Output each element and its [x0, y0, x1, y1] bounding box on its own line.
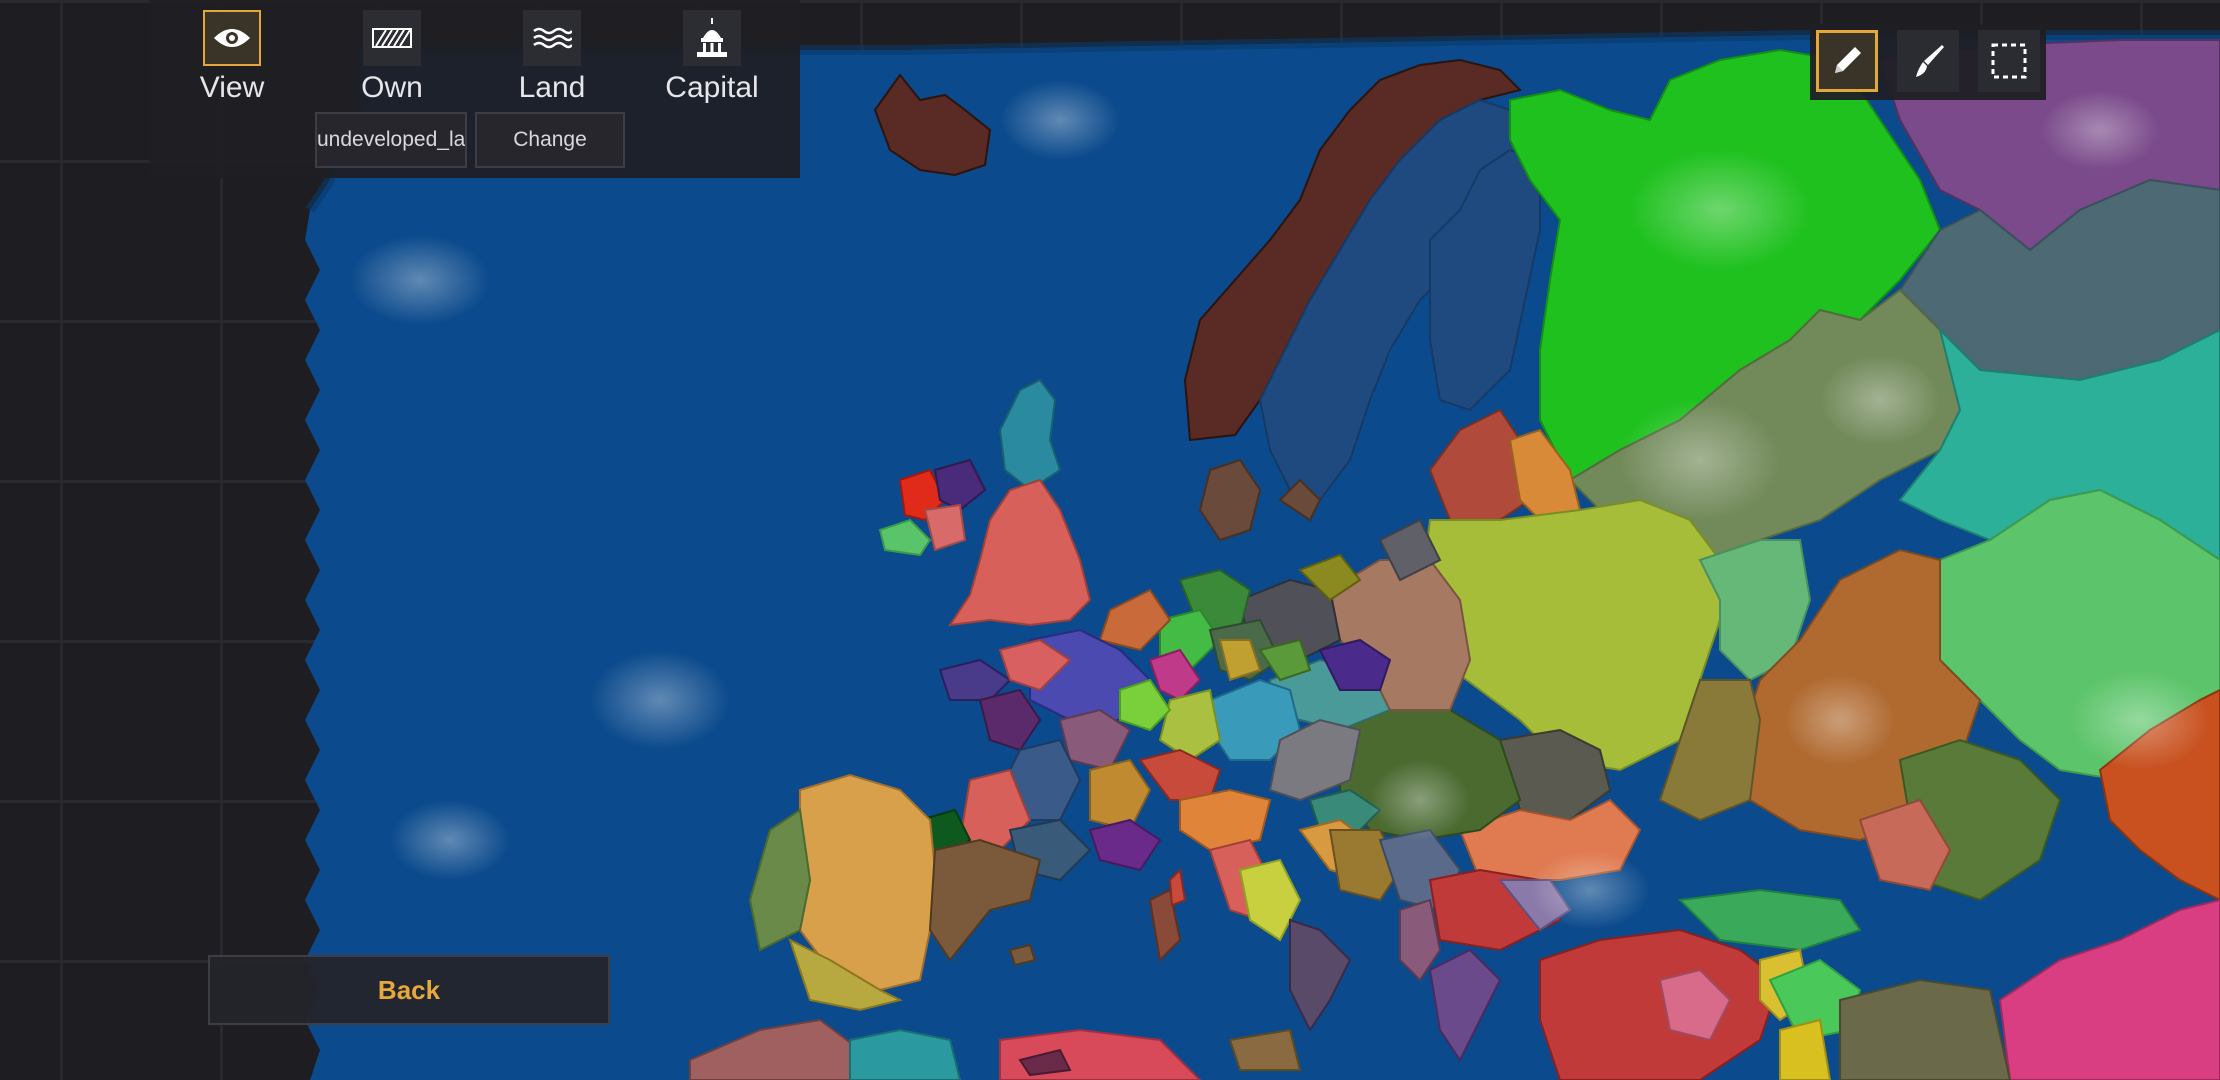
cloud-overlay: [1820, 355, 1940, 445]
draw-tools-panel: [1810, 24, 2046, 100]
cloud-overlay: [2040, 90, 2160, 170]
back-button[interactable]: Back: [208, 955, 610, 1025]
cloud-overlay: [1370, 760, 1470, 840]
pencil-tool-button[interactable]: [1816, 30, 1878, 92]
waves-land-icon: [523, 10, 581, 66]
own-mode-button[interactable]: Own: [332, 10, 452, 110]
land-type-value: undeveloped_land: [317, 128, 466, 151]
cloud-overlay: [1620, 400, 1780, 520]
change-button[interactable]: Change: [475, 112, 625, 168]
cloud-overlay: [590, 650, 730, 750]
view-mode-label: View: [199, 71, 265, 104]
land-mode-button[interactable]: Land: [492, 10, 612, 110]
eye-icon: [203, 10, 261, 66]
capital-mode-button[interactable]: Capital: [652, 10, 772, 110]
cloud-overlay: [390, 800, 510, 880]
capital-mode-label: Capital: [665, 71, 759, 104]
select-rect-tool-button[interactable]: [1978, 30, 2040, 92]
cloud-overlay: [1530, 850, 1650, 930]
region-levant-yellow[interactable]: [1779, 1018, 1832, 1080]
cloud-overlay: [1630, 150, 1810, 270]
cloud-overlay: [2070, 670, 2210, 770]
cloud-overlay: [1000, 80, 1120, 160]
cloud-overlay: [1785, 675, 1895, 765]
land-type-field[interactable]: undeveloped_land: [315, 112, 467, 168]
region-mideast-olive[interactable]: [1839, 978, 2012, 1080]
editor-mode-panel: View Own Land Capital undeveloped_la Cha…: [150, 0, 800, 178]
capitol-building-icon: [683, 10, 741, 66]
hatched-own-icon: [363, 10, 421, 66]
pencil-icon: [1835, 47, 1861, 73]
view-mode-button[interactable]: View: [172, 10, 292, 110]
select-rect-icon: [1991, 43, 2027, 79]
land-mode-label: Land: [518, 71, 586, 104]
brush-tool-button[interactable]: [1897, 30, 1959, 92]
brush-icon: [1916, 45, 1944, 77]
own-mode-label: Own: [361, 71, 423, 104]
cloud-overlay: [350, 235, 490, 325]
